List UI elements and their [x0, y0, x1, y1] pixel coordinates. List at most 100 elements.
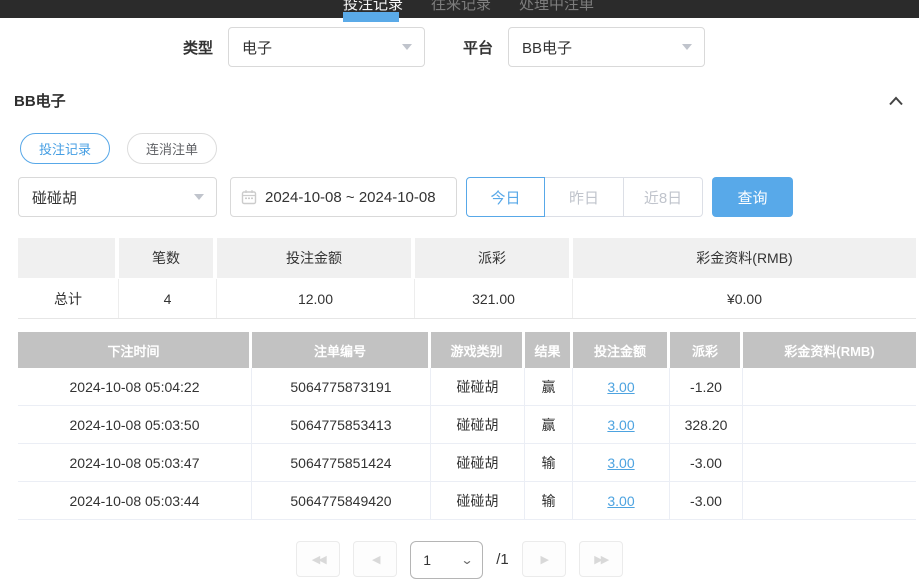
cell-payout: -1.20 [670, 368, 743, 405]
collapse-section-button[interactable] [887, 92, 905, 110]
detail-header-order-no: 注单编号 [252, 332, 428, 368]
table-row: 2024-10-08 05:03:47 5064775851424 碰碰胡 输 … [18, 444, 916, 482]
summary-total-payout: 321.00 [415, 279, 573, 318]
type-label: 类型 [183, 37, 213, 58]
platform-label: 平台 [463, 37, 493, 58]
page-number-select[interactable]: 1 ⌄ [410, 541, 483, 579]
cell-bonus [743, 482, 916, 519]
last8days-button-label: 近8日 [644, 187, 682, 208]
detail-table-header: 下注时间 注单编号 游戏类别 结果 投注金额 派彩 彩金资料(RMB) [18, 332, 916, 368]
table-row: 2024-10-08 05:04:22 5064775873191 碰碰胡 赢 … [18, 368, 916, 406]
chevron-down-icon [682, 44, 692, 50]
cell-payout: -3.00 [670, 444, 743, 481]
cell-order-no: 5064775853413 [252, 406, 431, 443]
first-page-icon: ◀◀ [312, 553, 325, 566]
page-total-label: /1 [496, 541, 509, 579]
game-select[interactable]: 碰碰胡 [18, 177, 217, 217]
cell-time: 2024-10-08 05:03:50 [18, 406, 252, 443]
primary-filter-row: 类型 电子 平台 BB电子 [183, 27, 705, 67]
bet-detail-table: 下注时间 注单编号 游戏类别 结果 投注金额 派彩 彩金资料(RMB) 2024… [18, 332, 916, 520]
bet-amount-link[interactable]: 3.00 [607, 493, 634, 509]
summary-total-bet-amount: 12.00 [217, 279, 415, 318]
pill-bet-records[interactable]: 投注记录 [20, 133, 110, 164]
cell-game: 碰碰胡 [431, 482, 525, 519]
top-tab-pending-bets[interactable]: 处理中注单 [519, 0, 594, 14]
search-button[interactable]: 查询 [712, 177, 793, 217]
date-range-input[interactable]: 2024-10-08 ~ 2024-10-08 [230, 177, 457, 217]
summary-header-bonus: 彩金资料(RMB) [573, 238, 916, 278]
search-button-label: 查询 [737, 187, 767, 208]
quick-date-button-group: 今日 昨日 近8日 [466, 177, 703, 217]
pill-cancelled-bets[interactable]: 连消注单 [127, 133, 217, 164]
type-select[interactable]: 电子 [228, 27, 425, 67]
date-range-value: 2024-10-08 ~ 2024-10-08 [265, 189, 436, 206]
last8days-button[interactable]: 近8日 [624, 177, 703, 217]
today-button-label: 今日 [490, 187, 520, 208]
yesterday-button[interactable]: 昨日 [545, 177, 624, 217]
cell-result: 赢 [525, 406, 573, 443]
next-page-icon: ▶ [541, 553, 547, 566]
cell-game: 碰碰胡 [431, 444, 525, 481]
chevron-down-icon [194, 194, 204, 200]
summary-header-bet-amount: 投注金额 [217, 238, 411, 278]
active-tab-indicator [343, 12, 399, 22]
secondary-filter-row: 碰碰胡 2024-10-08 ~ 2024-10-08 今日 昨日 近8日 [18, 177, 793, 217]
summary-total-count: 4 [119, 279, 217, 318]
table-row: 2024-10-08 05:03:50 5064775853413 碰碰胡 赢 … [18, 406, 916, 444]
cell-bonus [743, 368, 916, 405]
section-title: BB电子 [14, 90, 66, 111]
chevron-down-icon [402, 44, 412, 50]
bet-amount-link[interactable]: 3.00 [607, 417, 634, 433]
detail-header-bonus: 彩金资料(RMB) [743, 332, 916, 368]
summary-header-payout: 派彩 [415, 238, 569, 278]
top-nav-bar: 投注记录 往来记录 处理中注单 [0, 0, 919, 18]
pill-label: 投注记录 [39, 139, 91, 158]
calendar-icon [241, 189, 257, 205]
page-number-value: 1 [423, 552, 431, 568]
cell-order-no: 5064775873191 [252, 368, 431, 405]
top-tab-transaction-records[interactable]: 往来记录 [431, 0, 491, 14]
game-select-value: 碰碰胡 [32, 187, 77, 208]
bet-amount-link[interactable]: 3.00 [607, 379, 634, 395]
cell-result: 输 [525, 444, 573, 481]
cell-bonus [743, 406, 916, 443]
cell-time: 2024-10-08 05:04:22 [18, 368, 252, 405]
section-header: BB电子 [14, 90, 905, 111]
prev-page-icon: ◀ [372, 553, 378, 566]
cell-game: 碰碰胡 [431, 368, 525, 405]
cell-time: 2024-10-08 05:03:44 [18, 482, 252, 519]
table-row: 2024-10-08 05:03:44 5064775849420 碰碰胡 输 … [18, 482, 916, 520]
detail-header-game: 游戏类别 [431, 332, 522, 368]
yesterday-button-label: 昨日 [569, 187, 599, 208]
detail-header-time: 下注时间 [18, 332, 249, 368]
bet-amount-link[interactable]: 3.00 [607, 455, 634, 471]
cell-order-no: 5064775851424 [252, 444, 431, 481]
summary-total-row: 总计 4 12.00 321.00 ¥0.00 [18, 279, 916, 319]
summary-table: 笔数 投注金额 派彩 彩金资料(RMB) 总计 4 12.00 321.00 ¥… [18, 238, 916, 319]
chevron-up-icon [888, 95, 904, 107]
summary-total-bonus: ¥0.00 [573, 279, 916, 318]
cell-bonus [743, 444, 916, 481]
detail-header-result: 结果 [525, 332, 570, 368]
cell-result: 赢 [525, 368, 573, 405]
platform-select-value: BB电子 [522, 37, 572, 58]
pagination: ◀◀ ◀ 1 ⌄ /1 ▶ ▶▶ [0, 541, 919, 579]
today-button[interactable]: 今日 [466, 177, 545, 217]
cell-payout: 328.20 [670, 406, 743, 443]
cell-order-no: 5064775849420 [252, 482, 431, 519]
cell-result: 输 [525, 482, 573, 519]
cell-time: 2024-10-08 05:03:47 [18, 444, 252, 481]
platform-select[interactable]: BB电子 [508, 27, 705, 67]
record-type-pills: 投注记录 连消注单 [20, 133, 217, 164]
pill-label: 连消注单 [146, 139, 198, 158]
cell-game: 碰碰胡 [431, 406, 525, 443]
detail-header-payout: 派彩 [670, 332, 740, 368]
summary-header-count: 笔数 [119, 238, 213, 278]
summary-total-label: 总计 [18, 279, 119, 318]
last-page-icon: ▶▶ [594, 553, 607, 566]
summary-header-blank [18, 238, 115, 278]
detail-header-bet: 投注金额 [573, 332, 667, 368]
summary-table-header: 笔数 投注金额 派彩 彩金资料(RMB) [18, 238, 916, 278]
chevron-down-icon: ⌄ [461, 553, 474, 567]
cell-payout: -3.00 [670, 482, 743, 519]
